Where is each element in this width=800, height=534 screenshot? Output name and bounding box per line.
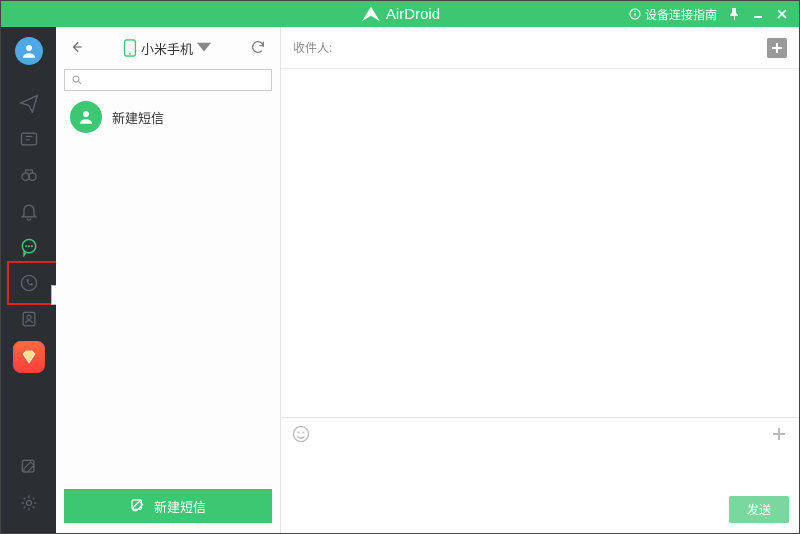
person-icon [20,42,38,60]
new-sms-label: 新建短信 [154,497,206,516]
search-icon [71,74,83,86]
attach-button[interactable] [769,424,789,444]
info-icon [629,8,641,20]
message-pane: 收件人: 发送 [281,27,799,533]
pin-button[interactable] [727,8,741,20]
close-icon [777,9,787,19]
search-box[interactable] [64,69,272,91]
sidebar-item-contacts[interactable] [1,301,56,337]
device-name: 小米手机 [141,39,193,58]
sms-icon [19,237,39,257]
gear-icon [19,493,39,513]
chevron-down-icon [197,39,211,57]
person-icon [77,108,95,126]
app-brand: AirDroid [360,5,440,23]
airdroid-logo-icon [360,5,382,23]
minimize-button[interactable] [751,9,765,19]
conversation-column: 小米手机 新建短信 新建短信 [56,27,281,533]
sidebar-item-notifications[interactable] [1,193,56,229]
compose-icon [19,457,39,477]
recipient-input[interactable] [336,36,767,60]
compose-icon [130,498,146,514]
send-label: 发送 [747,503,771,517]
files-icon [19,129,39,149]
binoculars-icon [19,165,39,185]
pin-icon [729,8,739,20]
sidebar-item-compose[interactable] [1,449,56,485]
sidebar-item-sms[interactable] [1,229,56,265]
contacts-icon [19,309,39,329]
sidebar-item-calls[interactable] [1,265,56,301]
message-input[interactable] [281,450,799,496]
phone-icon [123,39,137,57]
user-avatar[interactable] [15,37,43,65]
device-bar: 小米手机 [56,27,280,69]
minimize-icon [753,9,763,19]
send-icon [19,93,39,113]
sidebar-item-send[interactable] [1,85,56,121]
add-recipient-button[interactable] [767,38,787,58]
plus-icon [771,426,787,442]
title-bar: AirDroid 设备连接指南 [1,1,799,27]
sidebar: 短信 [1,27,56,533]
emoji-button[interactable] [291,424,311,444]
device-selector[interactable]: 小米手机 [88,39,246,58]
back-button[interactable] [66,36,88,61]
smile-icon [291,424,311,444]
sidebar-item-files[interactable] [1,121,56,157]
connection-guide-link[interactable]: 设备连接指南 [629,6,717,23]
composer: 发送 [281,417,799,533]
recipient-bar: 收件人: [281,27,799,69]
search-input[interactable] [87,71,265,89]
close-button[interactable] [775,9,789,19]
plus-icon [771,42,783,54]
recipient-label: 收件人: [293,39,332,56]
call-icon [19,273,39,293]
conversation-list: 新建短信 [56,91,280,481]
guide-label: 设备连接指南 [645,6,717,23]
refresh-icon [250,39,266,55]
sidebar-item-premium[interactable] [13,341,45,373]
conversation-avatar [70,101,102,133]
message-history [281,69,799,417]
send-button[interactable]: 发送 [729,496,789,523]
app-name: AirDroid [386,6,440,23]
sidebar-item-settings[interactable] [1,485,56,521]
conversation-label: 新建短信 [112,108,164,127]
diamond-icon [20,348,38,366]
arrow-left-icon [70,40,84,54]
conversation-item-new[interactable]: 新建短信 [56,91,280,143]
bell-icon [19,201,39,221]
refresh-button[interactable] [246,35,270,62]
sidebar-item-remote[interactable] [1,157,56,193]
new-sms-button[interactable]: 新建短信 [64,489,272,523]
